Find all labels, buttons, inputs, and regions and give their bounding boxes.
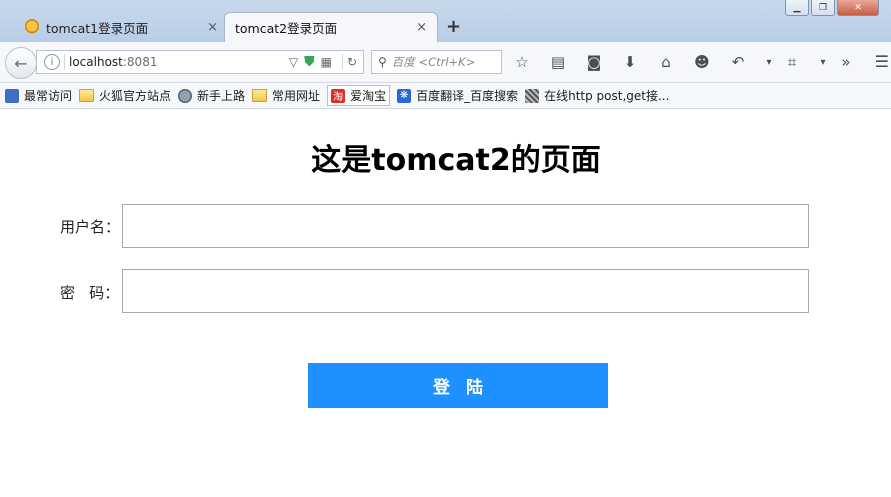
qr-code-icon[interactable]: ▦ [321,55,332,69]
bookmarks-bar: 最常访问 火狐官方站点 新手上路 常用网址 淘 爱淘宝 ❋ 百度翻译_百度搜索 … [0,83,891,109]
bookmark-ai-taobao[interactable]: 淘 爱淘宝 [327,85,391,106]
crop-icon[interactable]: ⌗ [782,52,802,72]
bookmark-star-icon [5,88,19,103]
url-port: :8081 [122,55,158,69]
bookmark-label: 常用网址 [272,89,321,103]
page-content: 这是tomcat2的页面 用户名： 密 码： 登陆 [0,109,891,497]
navigation-toolbar: ← i localhost:8081 ▽ ⛊ ▦ ↻ ⚲ 百度 <Ctrl+K>… [0,42,891,83]
bookmark-label: 在线http post,get接... [544,89,670,103]
folder-icon [79,89,95,102]
download-icon[interactable]: ⬇ [620,52,640,72]
new-tab-button[interactable]: + [446,16,461,37]
tab-title: tomcat1登录页面 [46,20,149,36]
search-icon: ⚲ [378,55,387,69]
password-label: 密 码： [60,284,120,302]
bookmark-label: 爱淘宝 [350,89,387,103]
url-host: localhost [69,55,123,69]
bookmark-label: 新手上路 [197,89,246,103]
undo-icon[interactable]: ↶ [728,52,748,72]
toolbar-icons: ☆ ▤ ◙ ⬇ ⌂ ☻ ↶ ▾ ⌗ ▾ » [512,52,872,72]
bookmark-most-visited[interactable]: 最常访问 [5,87,72,104]
reload-icon[interactable]: ↻ [347,55,357,69]
back-arrow-icon[interactable]: ← [5,47,37,79]
chevron-down-icon[interactable]: ▾ [818,52,828,72]
tomcat-favicon-icon [24,19,40,35]
chevron-down-icon[interactable]: ▾ [764,52,774,72]
page-title: 这是tomcat2的页面 [311,143,601,178]
search-input[interactable]: ⚲ 百度 <Ctrl+K> [371,50,502,74]
reading-list-icon[interactable]: ▤ [548,52,568,72]
tab-close-icon[interactable]: × [416,20,427,35]
pocket-icon[interactable]: ◙ [584,52,604,72]
url-bar[interactable]: i localhost:8081 ▽ ⛊ ▦ ↻ [36,50,364,74]
url-divider [64,54,65,70]
bookmark-label: 最常访问 [24,89,73,103]
bookmark-common-sites[interactable]: 常用网址 [252,87,320,104]
shield-icon[interactable]: ⛊ [304,54,315,70]
username-label: 用户名： [60,218,121,236]
hamburger-menu-icon[interactable]: ☰ [875,52,889,71]
url-text[interactable]: localhost:8081 [69,55,289,69]
qr-icon [525,88,540,103]
taobao-icon: 淘 [331,88,346,103]
dropdown-arrow-icon[interactable]: ▽ [289,55,298,69]
tab-title: tomcat2登录页面 [235,21,338,36]
window-controls: ▁ ❐ ✕ [785,0,879,16]
tab-tomcat2[interactable]: tomcat2登录页面 × [224,12,438,42]
minimize-button[interactable]: ▁ [785,0,809,16]
bookmark-label: 火狐官方站点 [99,89,172,103]
bookmark-getting-started[interactable]: 新手上路 [178,87,245,104]
folder-icon [252,89,268,102]
close-window-button[interactable]: ✕ [837,0,879,16]
emoji-icon[interactable]: ☻ [692,52,712,72]
search-placeholder: 百度 <Ctrl+K> [391,55,476,69]
maximize-button[interactable]: ❐ [811,0,835,16]
bookmark-star-icon[interactable]: ☆ [512,52,532,72]
globe-icon [178,88,193,103]
password-field[interactable] [122,269,809,313]
baidu-paw-icon: ❋ [397,88,412,103]
info-icon[interactable]: i [44,54,60,70]
tab-close-icon[interactable]: × [207,20,218,35]
login-button[interactable]: 登陆 [308,363,608,408]
bookmark-firefox-site[interactable]: 火狐官方站点 [79,87,171,104]
tab-tomcat1[interactable]: tomcat1登录页面 × [14,12,228,42]
home-icon[interactable]: ⌂ [656,52,676,72]
url-divider [341,54,343,70]
bookmark-http-post[interactable]: 在线http post,get接... [525,87,669,104]
username-field[interactable] [122,204,809,248]
overflow-icon[interactable]: » [836,52,856,72]
bookmark-label: 百度翻译_百度搜索 [416,89,519,103]
bookmark-baidu-translate[interactable]: ❋ 百度翻译_百度搜索 [397,87,518,104]
title-bar: ▁ ❐ ✕ tomcat1登录页面 × tomcat2登录页面 × + [0,0,891,42]
